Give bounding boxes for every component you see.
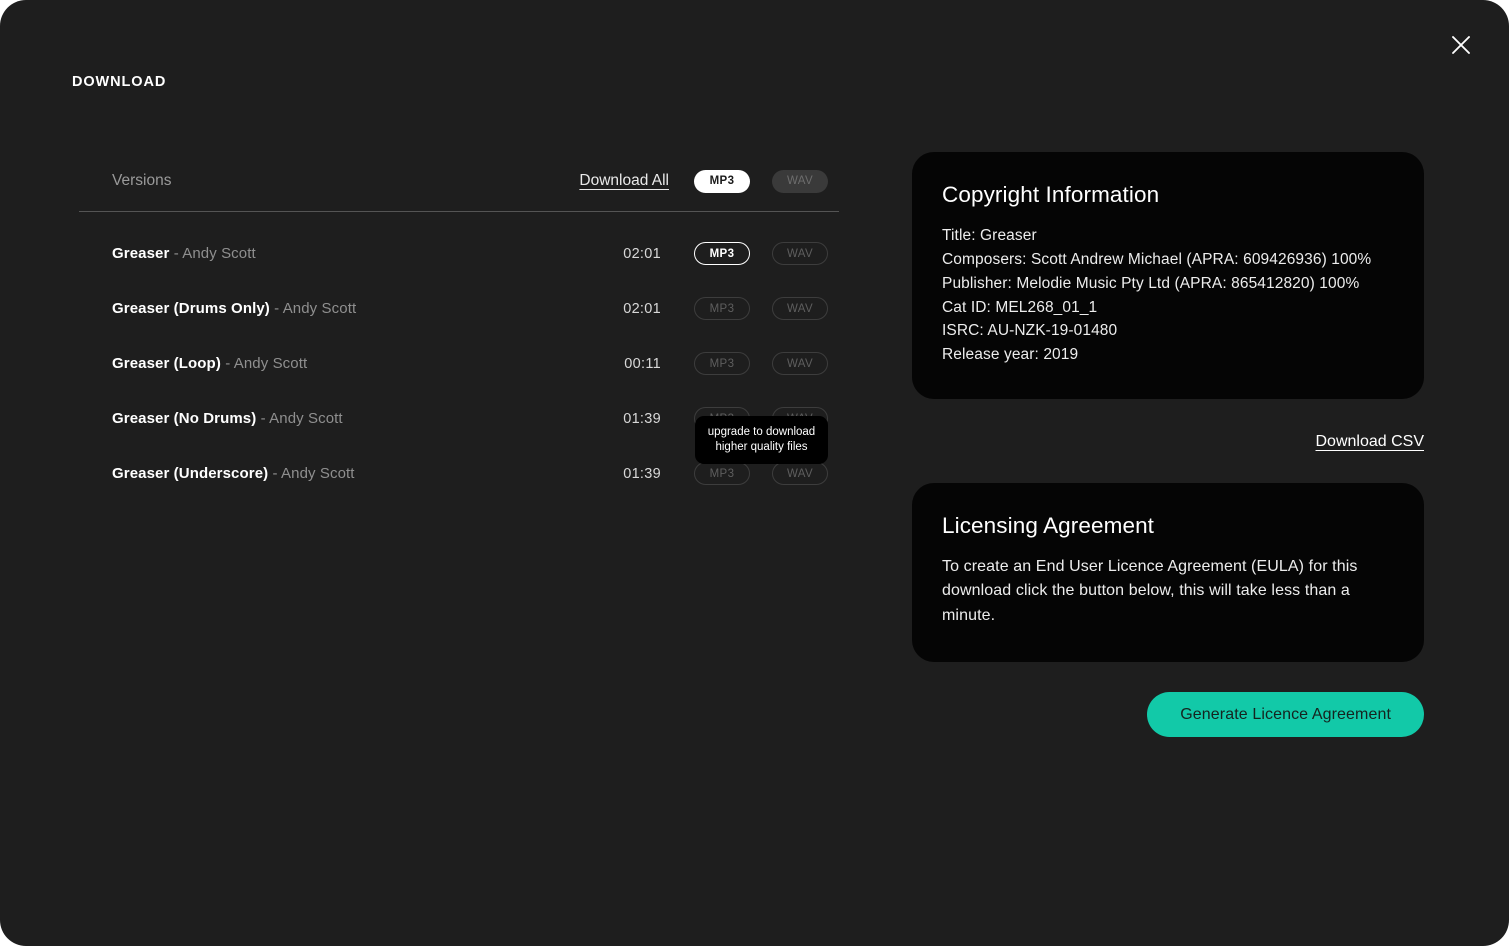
- track-title: Greaser: [112, 244, 170, 262]
- track-duration: 00:11: [624, 355, 661, 372]
- track-mp3-cell: MP3: [683, 352, 761, 375]
- track-wav-download-button[interactable]: WAV: [772, 462, 828, 485]
- track-title: Greaser (Underscore): [112, 464, 269, 482]
- close-icon: [1451, 35, 1471, 55]
- track-mp3-cell: MP3: [683, 242, 761, 265]
- track-mp3-cell: MP3: [683, 462, 761, 485]
- track-artist: - Andy Scott: [220, 354, 308, 372]
- versions-column-label: Versions: [112, 172, 172, 189]
- track-wav-cell: WAV: [761, 242, 839, 265]
- track-duration: 02:01: [623, 245, 661, 262]
- track-title: Greaser (Drums Only): [112, 299, 270, 317]
- licensing-agreement-card: Licensing Agreement To create an End Use…: [912, 483, 1424, 663]
- table-row: Greaser (Drums Only) - Andy Scott 02:01 …: [79, 281, 839, 336]
- track-wav-cell: WAV: [761, 462, 839, 485]
- download-csv-row: Download CSV: [912, 433, 1425, 451]
- copyright-title: Title: Greaser: [942, 227, 1037, 244]
- copyright-cat-id: Cat ID: MEL268_01_1: [942, 298, 1098, 316]
- track-artist: - Andy Scott: [268, 464, 355, 482]
- track-mp3-download-button[interactable]: MP3: [694, 352, 750, 375]
- tooltip-line-2: higher quality files: [715, 440, 808, 453]
- header-wav-cell: WAV: [761, 169, 839, 193]
- close-button[interactable]: [1446, 30, 1476, 60]
- track-artist: - Andy Scott: [169, 244, 256, 262]
- generate-button-row: Generate Licence Agreement: [912, 692, 1424, 738]
- copyright-publisher: Publisher: Melodie Music Pty Ltd (APRA: …: [942, 274, 1360, 292]
- track-duration: 01:39: [623, 465, 661, 482]
- table-row: Greaser (Loop) - Andy Scott 00:11 MP3 WA…: [79, 336, 839, 391]
- track-wav-download-button[interactable]: WAV: [772, 297, 828, 320]
- track-name-cell: Greaser - Andy Scott: [79, 245, 587, 263]
- track-title: Greaser (Loop): [112, 354, 221, 372]
- track-duration: 02:01: [623, 300, 661, 317]
- copyright-isrc: ISRC: AU-NZK-19-01480: [942, 322, 1118, 340]
- track-name-cell: Greaser (No Drums) - Andy Scott: [79, 410, 587, 428]
- licensing-heading: Licensing Agreement: [942, 513, 1155, 539]
- download-dialog: DOWNLOAD Versions Download All MP3 WAV G…: [0, 0, 1509, 946]
- track-wav-cell: WAV: [761, 352, 839, 375]
- copyright-heading: Copyright Information: [942, 182, 1160, 207]
- header-divider: [79, 211, 839, 212]
- licensing-body: To create an End User Licence Agreement …: [942, 558, 1358, 624]
- track-artist: - Andy Scott: [256, 409, 343, 427]
- track-wav-cell: WAV: [761, 297, 839, 320]
- info-column: Copyright Information Title: Greaser Com…: [912, 152, 1425, 738]
- versions-header-actions: Download All MP3 WAV: [579, 169, 839, 193]
- download-all-mp3-button[interactable]: MP3: [694, 169, 750, 193]
- copyright-release-year: Release year: 2019: [942, 346, 1079, 364]
- download-all-link[interactable]: Download All: [579, 172, 669, 190]
- table-row: Greaser - Andy Scott 02:01 MP3 WAV: [79, 226, 839, 281]
- track-title: Greaser (No Drums): [112, 409, 257, 427]
- copyright-composers: Composers: Scott Andrew Michael (APRA: 6…: [942, 250, 1372, 268]
- versions-header-row: Versions Download All MP3 WAV: [79, 160, 839, 202]
- copyright-information-card: Copyright Information Title: Greaser Com…: [912, 152, 1424, 400]
- track-name-cell: Greaser (Loop) - Andy Scott: [79, 355, 587, 373]
- upgrade-tooltip: upgrade to download higher quality files: [695, 416, 828, 465]
- page-title: DOWNLOAD: [72, 74, 167, 90]
- track-wav-download-button[interactable]: WAV: [772, 352, 828, 375]
- generate-licence-agreement-button[interactable]: Generate Licence Agreement: [1147, 692, 1424, 738]
- track-name-cell: Greaser (Drums Only) - Andy Scott: [79, 300, 587, 318]
- track-artist: - Andy Scott: [269, 299, 357, 317]
- download-all-wav-button[interactable]: WAV: [772, 169, 828, 193]
- track-wav-download-button[interactable]: WAV: [772, 242, 828, 265]
- track-duration: 01:39: [623, 410, 661, 427]
- track-mp3-download-button[interactable]: MP3: [694, 462, 750, 485]
- tooltip-line-1: upgrade to download: [707, 426, 816, 438]
- download-csv-link[interactable]: Download CSV: [1316, 433, 1425, 451]
- track-name-cell: Greaser (Underscore) - Andy Scott: [79, 465, 587, 483]
- track-mp3-download-button[interactable]: MP3: [694, 242, 750, 265]
- track-mp3-download-button[interactable]: MP3: [694, 297, 750, 320]
- header-mp3-cell: MP3: [683, 169, 761, 193]
- track-mp3-cell: MP3: [683, 297, 761, 320]
